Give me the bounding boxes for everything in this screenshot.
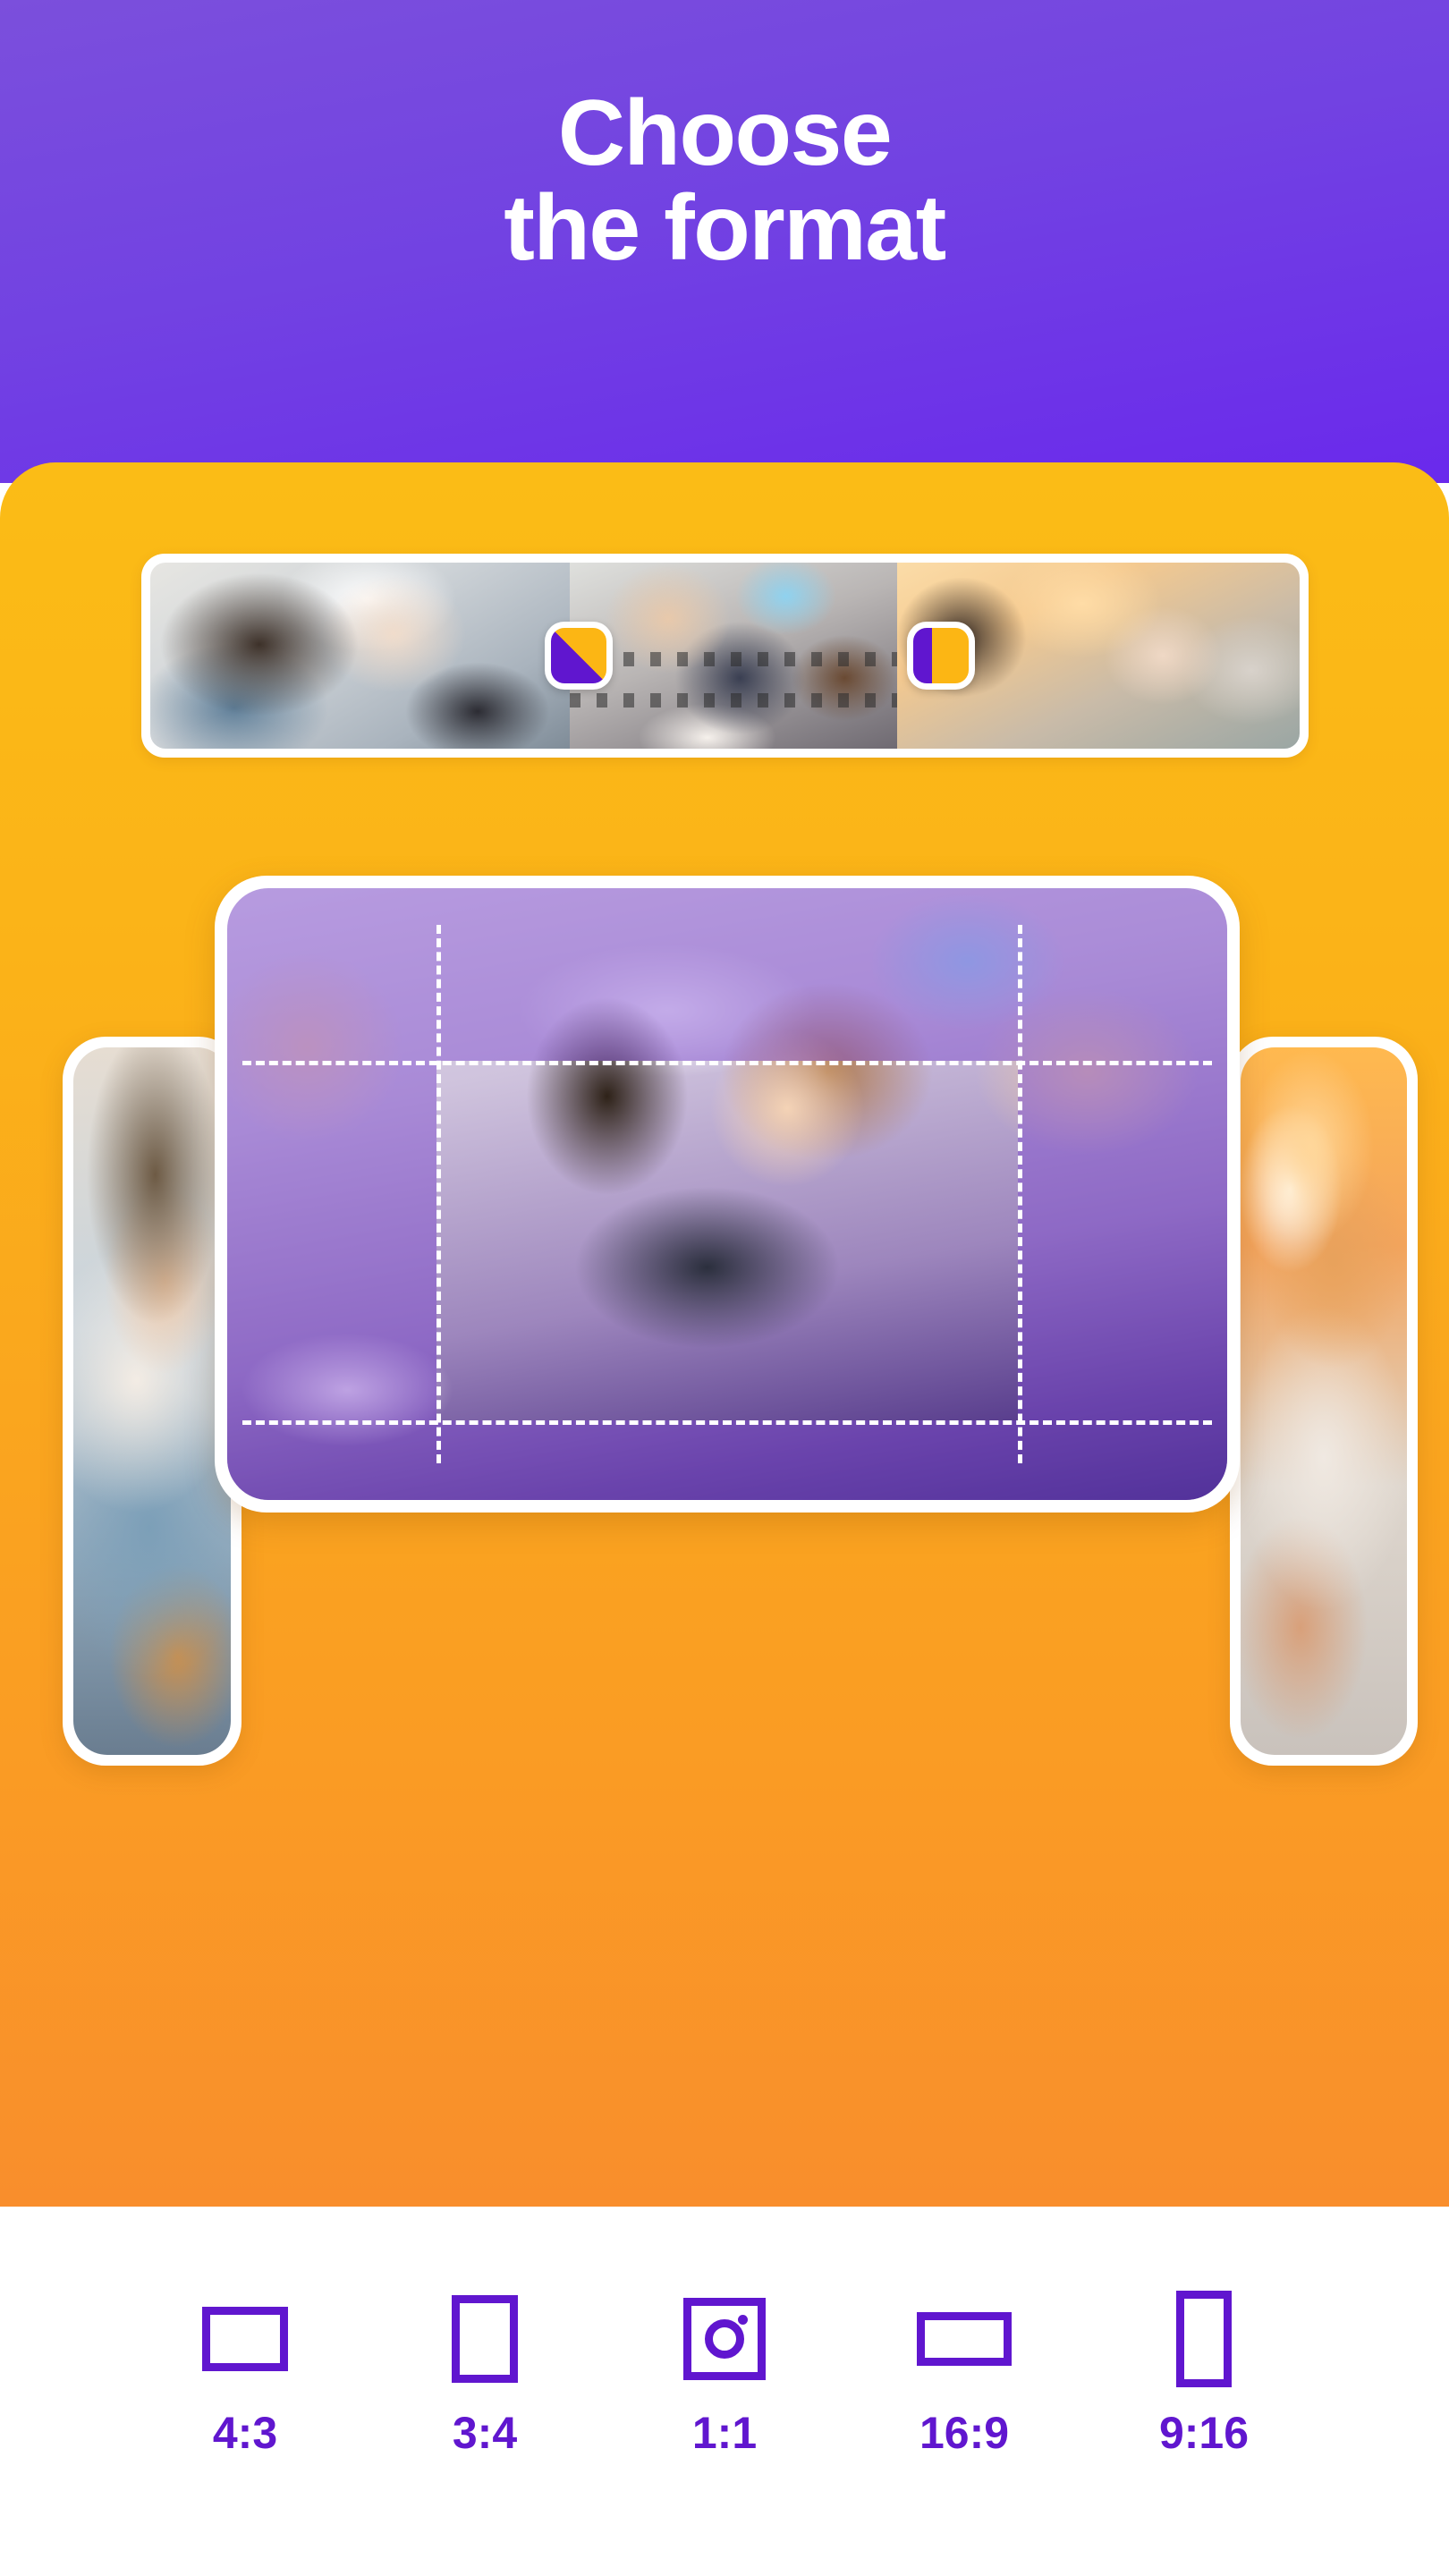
- instagram-square-icon: [683, 2285, 766, 2393]
- tall-rectangle-icon: [1176, 2285, 1232, 2393]
- filmstrip-track[interactable]: [150, 563, 1300, 749]
- format-label: 1:1: [691, 2408, 758, 2458]
- current-clip-preview[interactable]: [215, 876, 1240, 1513]
- crop-dim-top: [227, 888, 1227, 1061]
- crop-guide-right[interactable]: [1018, 925, 1023, 1463]
- film-sprocket-decor: [570, 692, 898, 708]
- format-option-16-9[interactable]: 16:9: [844, 2285, 1084, 2459]
- aspect-ratio-selector: 4:3 3:4 1:1 16:9 9:16: [0, 2207, 1449, 2576]
- list-item[interactable]: [570, 563, 898, 749]
- transition-button-2[interactable]: [906, 622, 975, 690]
- crop-dim-left: [227, 1060, 436, 1421]
- format-option-9-16[interactable]: 9:16: [1084, 2285, 1324, 2459]
- next-clip-image: [1241, 1047, 1407, 1755]
- crop-guide-top[interactable]: [242, 1060, 1213, 1065]
- next-clip-preview[interactable]: [1230, 1037, 1418, 1766]
- wide-rectangle-icon: [917, 2285, 1012, 2393]
- landscape-rectangle-icon: [202, 2285, 288, 2393]
- list-item[interactable]: [150, 563, 571, 749]
- page-title: Choose the format: [504, 81, 946, 281]
- portrait-rectangle-icon: [452, 2285, 518, 2393]
- format-option-list: 4:3 3:4 1:1 16:9 9:16: [0, 2285, 1449, 2459]
- crop-dim-right: [1018, 1060, 1227, 1421]
- format-label: 3:4: [452, 2408, 518, 2458]
- header-banner: Choose the format: [0, 0, 1449, 483]
- transition-button-1[interactable]: [545, 622, 614, 690]
- format-label: 9:16: [1158, 2408, 1250, 2458]
- format-option-4-3[interactable]: 4:3: [125, 2285, 365, 2459]
- format-option-1-1[interactable]: 1:1: [605, 2285, 844, 2459]
- crop-guide-left[interactable]: [436, 925, 441, 1463]
- film-sprocket-decor: [570, 651, 898, 666]
- vertical-wipe-icon: [912, 628, 969, 683]
- diagonal-wipe-icon: [551, 628, 607, 683]
- format-label: 4:3: [212, 2408, 278, 2458]
- crop-guide-bottom[interactable]: [242, 1420, 1213, 1426]
- clip-thumbnail-1: [150, 563, 571, 749]
- format-option-3-4[interactable]: 3:4: [365, 2285, 605, 2459]
- clip-filmstrip[interactable]: [141, 554, 1309, 758]
- current-clip-image: [227, 888, 1227, 1500]
- editor-canvas: [0, 462, 1449, 2207]
- format-label: 16:9: [919, 2408, 1010, 2458]
- previous-clip-image: [73, 1047, 231, 1755]
- crop-dim-bottom: [227, 1420, 1227, 1500]
- app-screen: Choose the format 4:3 3:4 1:1 16:9 9:16: [0, 0, 1449, 2576]
